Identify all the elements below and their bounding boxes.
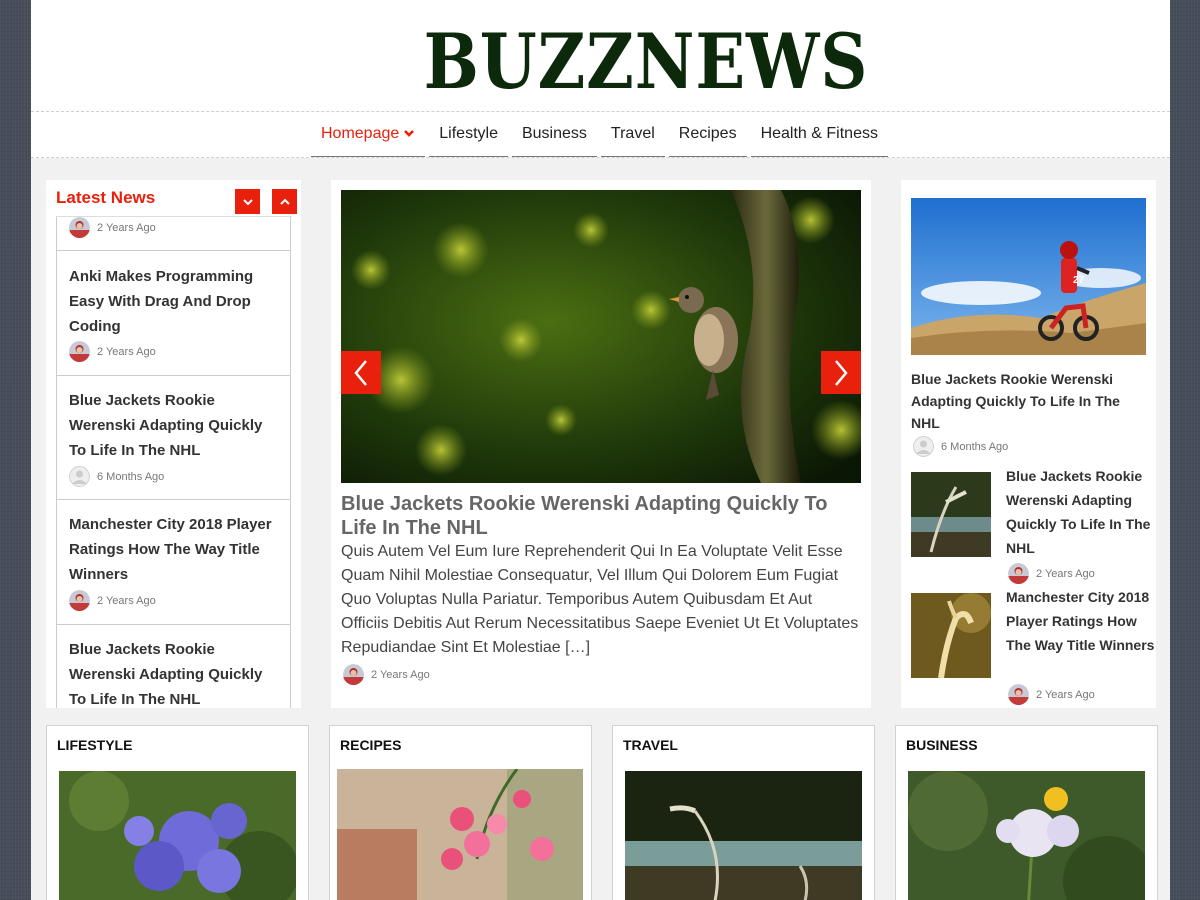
nav-item-homepage[interactable]: Homepage (311, 112, 426, 157)
page: BUZZNEWS Homepage Lifestyle Business Tra… (31, 0, 1170, 900)
post-title[interactable]: Blue Jackets Rookie Werenski Adapting Qu… (69, 388, 281, 463)
nav-divider (31, 157, 1170, 158)
post-thumbnail[interactable] (911, 472, 991, 557)
post-time: 6 Months Ago (941, 440, 1009, 453)
category-lifestyle: LIFESTYLE (46, 725, 309, 900)
avatar (1008, 684, 1029, 705)
post-meta: 2 Years Ago (69, 217, 156, 238)
main-nav: Homepage Lifestyle Business Travel Recip… (311, 112, 892, 157)
site-header: BUZZNEWS Homepage Lifestyle Business Tra… (31, 0, 1170, 158)
svg-text:27: 27 (1073, 275, 1085, 286)
chevron-right-icon (835, 359, 848, 386)
post-title[interactable]: Blue Jackets Rookie Werenski Adapting Qu… (1006, 464, 1156, 560)
chevron-down-icon (242, 198, 253, 205)
avatar (69, 466, 90, 487)
nav-item-health-fitness[interactable]: Health & Fitness (750, 112, 888, 157)
category-title[interactable]: LIFESTYLE (57, 737, 132, 753)
list-item[interactable]: Blue Jackets Rookie Werenski Adapting Qu… (57, 625, 290, 708)
nav-item-lifestyle[interactable]: Lifestyle (429, 112, 508, 157)
post-title[interactable]: Blue Jackets Rookie Werenski Adapting Qu… (69, 637, 281, 708)
nav-item-travel[interactable]: Travel (600, 112, 665, 157)
slide-title[interactable]: Blue Jackets Rookie Werenski Adapting Qu… (341, 492, 861, 540)
post-meta: 2 Years Ago (69, 341, 156, 362)
post-thumbnail[interactable] (911, 593, 991, 678)
category-recipes: RECIPES (329, 725, 592, 900)
post-time: 2 Years Ago (371, 668, 430, 681)
category-image[interactable] (625, 771, 862, 900)
right-sidebar: 27 Blue Jackets Rookie Werenski Adapting… (901, 180, 1156, 708)
latest-news-widget: Latest News 2 Years Ago Anki Makes Progr… (46, 180, 301, 708)
category-image[interactable] (337, 769, 583, 900)
category-image[interactable] (908, 771, 1145, 900)
post-meta: 2 Years Ago (1008, 563, 1095, 584)
post-title[interactable]: Anki Makes Programming Easy With Drag An… (69, 264, 281, 339)
list-item[interactable]: Manchester City 2018 Player Ratings How … (57, 500, 290, 625)
post-title[interactable]: Blue Jackets Rookie Werenski Adapting Qu… (911, 368, 1136, 434)
category-title[interactable]: BUSINESS (906, 737, 978, 753)
post-time: 2 Years Ago (1036, 567, 1095, 580)
nav-item-business[interactable]: Business (511, 112, 597, 157)
avatar (1008, 563, 1029, 584)
scroll-up-button[interactable] (272, 189, 297, 214)
list-item[interactable]: Blue Jackets Rookie Werenski Adapting Qu… (57, 376, 290, 500)
post-time: 6 Months Ago (97, 470, 165, 483)
list-item[interactable]: 2 Years Ago (57, 217, 290, 251)
post-time: 2 Years Ago (97, 345, 156, 358)
post-meta: 2 Years Ago (343, 664, 430, 685)
slider-prev-button[interactable] (341, 351, 381, 394)
post-meta: 6 Months Ago (69, 466, 164, 487)
site-logo[interactable]: BUZZNEWS (117, 14, 1170, 110)
post-title[interactable]: Manchester City 2018 Player Ratings How … (1006, 585, 1156, 657)
category-image[interactable] (59, 771, 296, 900)
post-meta: 6 Months Ago (913, 436, 1008, 457)
category-travel: TRAVEL (612, 725, 875, 900)
latest-news-title: Latest News (56, 188, 156, 207)
category-title[interactable]: RECIPES (340, 737, 401, 753)
slide-image[interactable] (341, 190, 861, 483)
post-image[interactable]: 27 (911, 198, 1146, 355)
post-time: 2 Years Ago (1036, 688, 1095, 701)
nav-item-recipes[interactable]: Recipes (668, 112, 747, 157)
avatar (69, 217, 90, 238)
latest-news-list: 2 Years Ago Anki Makes Programming Easy … (56, 217, 291, 708)
featured-slider: Blue Jackets Rookie Werenski Adapting Qu… (331, 180, 871, 708)
chevron-left-icon (354, 359, 367, 386)
avatar (343, 664, 364, 685)
chevron-down-icon (404, 130, 415, 137)
post-title[interactable]: Manchester City 2018 Player Ratings How … (69, 512, 281, 587)
post-time: 2 Years Ago (97, 221, 156, 234)
avatar (69, 590, 90, 611)
nav-item-label: Homepage (321, 125, 400, 142)
chevron-up-icon (279, 198, 290, 205)
slider-next-button[interactable] (821, 351, 861, 394)
category-title[interactable]: TRAVEL (623, 737, 678, 753)
slide-excerpt: Quis Autem Vel Eum Iure Reprehenderit Qu… (341, 543, 859, 656)
category-business: BUSINESS (895, 725, 1158, 900)
avatar (69, 341, 90, 362)
list-item[interactable]: Anki Makes Programming Easy With Drag An… (57, 251, 290, 376)
post-time: 2 Years Ago (97, 594, 156, 607)
post-meta: 2 Years Ago (69, 590, 156, 611)
post-meta: 2 Years Ago (1008, 684, 1095, 705)
scroll-down-button[interactable] (235, 189, 260, 214)
avatar (913, 436, 934, 457)
